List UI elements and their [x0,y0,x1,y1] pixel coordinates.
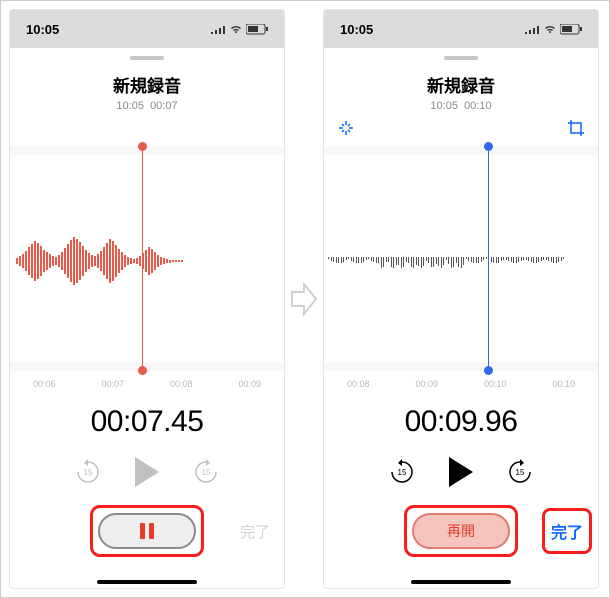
status-icons [524,24,582,35]
enhance-icon [336,118,356,138]
wifi-icon [543,24,557,34]
waveform [16,236,183,286]
resume-label: 再開 [447,521,475,541]
waveform [328,257,594,263]
skip-forward-icon: 15 [193,459,219,485]
svg-text:15: 15 [398,468,407,477]
highlight-done: 完了 [542,508,592,554]
recording-title: 新規録音 [10,72,284,97]
highlight-pause [90,505,204,557]
skip-forward-button[interactable]: 15 [193,459,219,485]
status-icons [210,24,268,35]
elapsed-time: 00:07.45 [10,405,284,439]
recording-meta: 10:05 00:10 [324,100,598,112]
edit-toolbar [324,112,598,138]
recording-title: 新規録音 [324,72,598,97]
highlight-resume: 再開 [404,505,518,557]
enhance-button[interactable] [336,118,356,138]
skip-back-icon: 15 [389,459,415,485]
pause-icon [140,523,154,539]
svg-text:15: 15 [84,468,93,477]
timeline-ticks: 00:08 00:09 00:10 00:10 [324,379,598,389]
signal-icon [524,24,540,34]
skip-forward-icon: 15 [507,459,533,485]
clock: 10:05 [26,22,59,37]
play-button[interactable] [449,457,473,487]
recording-meta: 10:05 00:07 [10,100,284,112]
battery-icon [246,24,268,35]
play-icon [135,457,159,487]
play-button[interactable] [135,457,159,487]
phone-recording: 10:05 新規録音 10:05 00:07 00:06 00:07 00:08… [9,9,285,589]
waveform-area[interactable]: 00:08 00:09 00:10 00:10 [324,146,598,371]
timeline-ticks: 00:06 00:07 00:08 00:09 [10,379,284,389]
skip-back-button[interactable]: 15 [389,459,415,485]
svg-text:15: 15 [202,468,211,477]
playhead[interactable] [488,146,489,371]
playback-controls: 15 15 [10,457,284,487]
svg-text:15: 15 [516,468,525,477]
signal-icon [210,24,226,34]
waveform-area[interactable]: 00:06 00:07 00:08 00:09 [10,146,284,371]
done-button[interactable]: 完了 [240,521,270,542]
resume-button[interactable]: 再開 [412,513,510,549]
phone-paused: 10:05 新規録音 10:05 00:10 [323,9,599,589]
play-icon [449,457,473,487]
crop-button[interactable] [566,118,586,138]
home-indicator[interactable] [411,580,511,584]
home-indicator[interactable] [97,580,197,584]
drag-handle[interactable] [444,56,478,60]
battery-icon [560,24,582,35]
pause-button[interactable] [98,513,196,549]
status-bar: 10:05 [324,10,598,48]
crop-icon [566,118,586,138]
wifi-icon [229,24,243,34]
status-bar: 10:05 [10,10,284,48]
transition-arrow [289,282,319,316]
skip-back-icon: 15 [75,459,101,485]
done-button[interactable]: 完了 [551,525,583,542]
playhead[interactable] [142,146,143,371]
arrow-right-icon [290,282,318,316]
clock: 10:05 [340,22,373,37]
skip-back-button[interactable]: 15 [75,459,101,485]
drag-handle[interactable] [130,56,164,60]
playback-controls: 15 15 [324,457,598,487]
elapsed-time: 00:09.96 [324,405,598,439]
skip-forward-button[interactable]: 15 [507,459,533,485]
